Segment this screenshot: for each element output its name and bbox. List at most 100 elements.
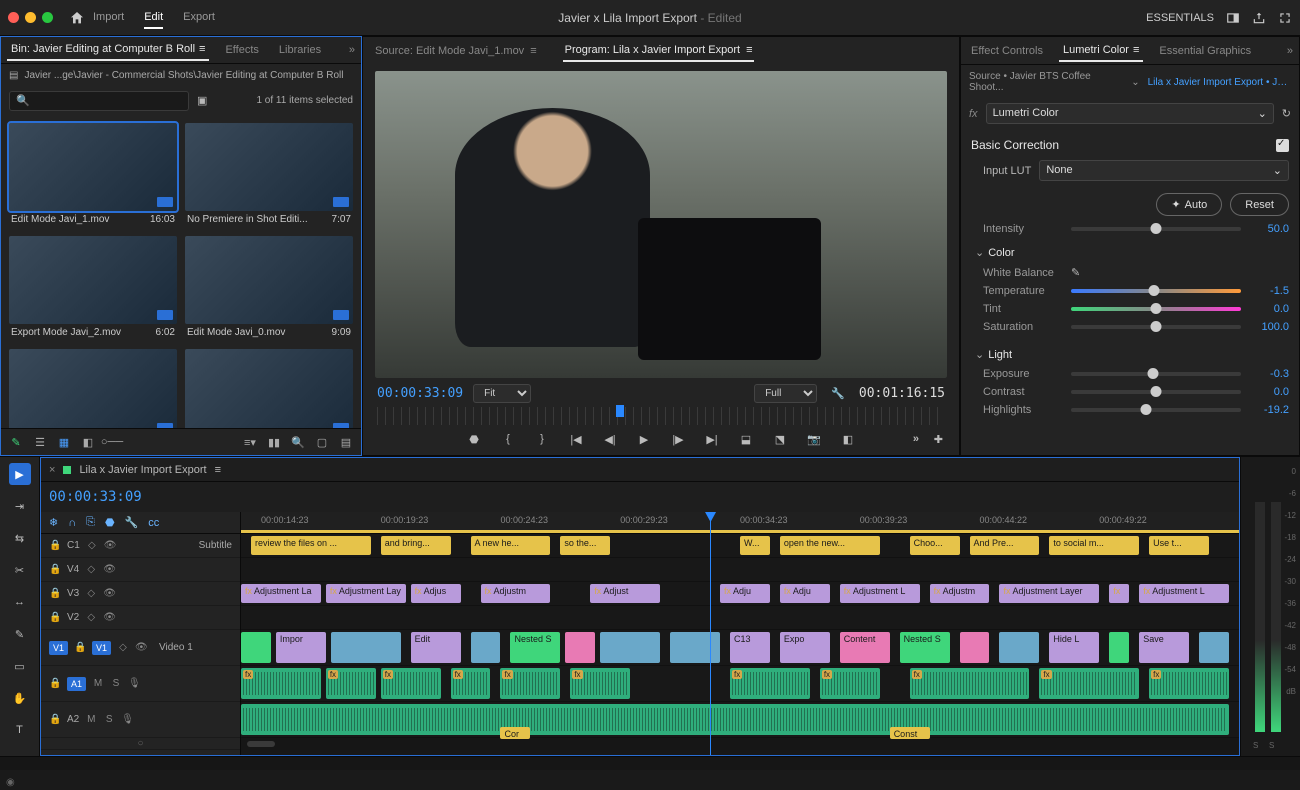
- panel-menu-icon[interactable]: »: [1287, 45, 1293, 57]
- mark-in-icon[interactable]: ⬣: [466, 431, 482, 447]
- new-bin-icon[interactable]: ▢: [315, 435, 329, 449]
- home-icon[interactable]: [69, 10, 85, 26]
- snap-icon[interactable]: ❄: [49, 516, 58, 529]
- breadcrumb[interactable]: ▤ Javier ...ge\Javier - Commercial Shots…: [1, 64, 361, 87]
- scrollbar-thumb[interactable]: [247, 741, 275, 747]
- caption-clip[interactable]: And Pre...: [970, 536, 1040, 555]
- video-clip[interactable]: Content: [840, 632, 890, 663]
- tab-effects[interactable]: Effects: [221, 40, 262, 60]
- adjustment-clip[interactable]: fxAdjustment La: [241, 584, 321, 603]
- adjustment-clip[interactable]: fxAdjustment L: [840, 584, 920, 603]
- exposure-value[interactable]: -0.3: [1249, 368, 1289, 380]
- eye-icon[interactable]: 👁: [104, 540, 116, 551]
- video-clip[interactable]: Save: [1139, 632, 1189, 663]
- video-clip[interactable]: Nested S: [900, 632, 950, 663]
- audio-clip[interactable]: fx: [500, 668, 560, 699]
- go-to-in-icon[interactable]: |◀: [568, 431, 584, 447]
- intensity-slider[interactable]: [1071, 227, 1241, 231]
- audio-clip[interactable]: fx: [1149, 668, 1229, 699]
- maximize-window[interactable]: [42, 12, 53, 23]
- creative-cloud-icon[interactable]: ◉: [6, 777, 15, 788]
- go-to-out-icon[interactable]: ▶|: [704, 431, 720, 447]
- overflow-icon[interactable]: »: [913, 433, 919, 445]
- lock-icon[interactable]: 🔒: [49, 714, 61, 725]
- target-icon[interactable]: ◇: [86, 540, 98, 551]
- nav-export[interactable]: Export: [183, 7, 215, 29]
- share-icon[interactable]: [1252, 11, 1266, 25]
- nav-edit[interactable]: Edit: [144, 7, 163, 29]
- close-sequence-icon[interactable]: ×: [49, 464, 55, 476]
- video-clip[interactable]: C13: [730, 632, 770, 663]
- contrast-slider[interactable]: [1071, 390, 1241, 394]
- out-point-icon[interactable]: }: [534, 431, 550, 447]
- close-window[interactable]: [8, 12, 19, 23]
- nav-import[interactable]: Import: [93, 7, 124, 29]
- eyedropper-icon[interactable]: ✎: [1071, 266, 1080, 279]
- pen-icon[interactable]: ✎: [9, 435, 23, 449]
- audio-clip[interactable]: fx: [381, 668, 441, 699]
- caption-clip[interactable]: review the files on ...: [251, 536, 371, 555]
- tab-libraries[interactable]: Libraries: [275, 40, 325, 60]
- mute-icon[interactable]: M: [92, 678, 104, 689]
- video-clip[interactable]: [331, 632, 401, 663]
- clip-item[interactable]: [185, 349, 353, 429]
- source-monitor-tab[interactable]: Source: Edit Mode Javi_1.mov ≡: [373, 41, 539, 61]
- voice-icon[interactable]: 🎙: [128, 678, 140, 689]
- audio-clip[interactable]: fx: [910, 668, 1030, 699]
- track-v4[interactable]: [241, 558, 1239, 582]
- solo-icon[interactable]: S: [110, 678, 122, 689]
- temperature-value[interactable]: -1.5: [1249, 285, 1289, 297]
- marker[interactable]: Cor: [500, 727, 530, 739]
- adjustment-clip[interactable]: fxAdjust: [590, 584, 660, 603]
- razor-tool[interactable]: ✂: [9, 559, 31, 581]
- magnet-icon[interactable]: ∩: [68, 517, 76, 529]
- clip-item[interactable]: No Premiere in Shot Editi...7:07: [185, 123, 353, 228]
- sort-icon[interactable]: ≡▾: [243, 435, 257, 449]
- monitor-playhead[interactable]: [616, 405, 624, 417]
- pen-tool[interactable]: ✎: [9, 623, 31, 645]
- video-clip[interactable]: [1109, 632, 1129, 663]
- video-clip[interactable]: Hide L: [1049, 632, 1099, 663]
- icon-view-icon[interactable]: ▦: [57, 435, 71, 449]
- clip-thumb[interactable]: [185, 349, 353, 429]
- section-enable-checkbox[interactable]: [1276, 139, 1289, 152]
- caption-clip[interactable]: open the new...: [780, 536, 880, 555]
- adjustment-clip[interactable]: fxAdjustm: [930, 584, 990, 603]
- track-select-tool[interactable]: ⇥: [9, 495, 31, 517]
- settings-icon[interactable]: 🔧: [831, 387, 845, 400]
- monitor-ruler[interactable]: [377, 407, 945, 425]
- video-clip[interactable]: [565, 632, 595, 663]
- input-lut-select[interactable]: None⌄: [1039, 160, 1289, 181]
- adjustment-clip[interactable]: fxAdjustment L: [1139, 584, 1229, 603]
- video-clip[interactable]: Edit: [411, 632, 461, 663]
- lock-icon[interactable]: 🔒: [49, 540, 61, 551]
- minimize-window[interactable]: [25, 12, 36, 23]
- track-v1[interactable]: Impor Edit Nested S C13 Expo Content Nes…: [241, 630, 1239, 666]
- track-label[interactable]: V4: [67, 564, 79, 575]
- workspace-overflow-icon[interactable]: [1226, 11, 1240, 25]
- adjustment-clip[interactable]: fxAdjustm: [481, 584, 551, 603]
- tab-lumetri-color[interactable]: Lumetri Color ≡: [1059, 40, 1143, 62]
- auto-button[interactable]: ✦Auto: [1156, 193, 1222, 216]
- adjustment-clip[interactable]: fxAdju: [720, 584, 770, 603]
- track-a2[interactable]: Cor Const: [241, 702, 1239, 738]
- video-clip[interactable]: [960, 632, 990, 663]
- automate-icon[interactable]: ▮▮: [267, 435, 281, 449]
- lock-icon[interactable]: 🔒: [49, 612, 61, 623]
- clip-thumb[interactable]: [9, 123, 177, 211]
- lift-icon[interactable]: ⬓: [738, 431, 754, 447]
- freeform-icon[interactable]: ◧: [81, 435, 95, 449]
- caption-clip[interactable]: so the...: [560, 536, 610, 555]
- audio-clip[interactable]: fx: [730, 668, 810, 699]
- tracks-area[interactable]: 00:00:14:23 00:00:19:23 00:00:24:23 00:0…: [241, 512, 1239, 755]
- list-view-icon[interactable]: ☰: [33, 435, 47, 449]
- clip-thumb[interactable]: [9, 349, 177, 429]
- adjustment-clip[interactable]: fx: [1109, 584, 1129, 603]
- export-frame-icon[interactable]: 📷: [806, 431, 822, 447]
- clip-item[interactable]: [9, 349, 177, 429]
- video-clip[interactable]: Impor: [276, 632, 326, 663]
- exposure-slider[interactable]: [1071, 372, 1241, 376]
- new-search-bin-icon[interactable]: ▣: [197, 94, 207, 107]
- audio-clip[interactable]: fx: [241, 668, 321, 699]
- rectangle-tool[interactable]: ▭: [9, 655, 31, 677]
